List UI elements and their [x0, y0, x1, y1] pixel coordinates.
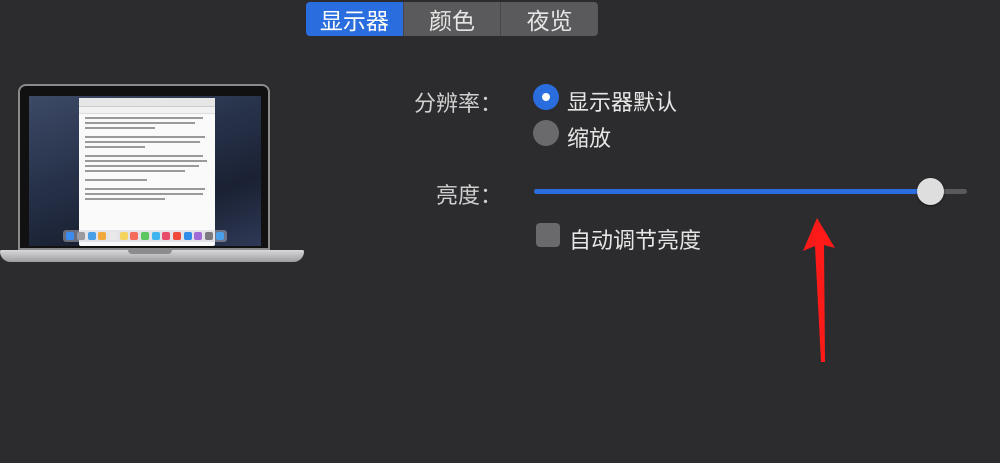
auto-brightness-checkbox[interactable]: [536, 223, 560, 247]
document-window-thumbnail: [79, 98, 215, 246]
tab-display[interactable]: 显示器: [306, 2, 403, 36]
resolution-scaled-radio[interactable]: [533, 120, 559, 146]
laptop-notch: [128, 250, 172, 254]
tab-night-shift[interactable]: 夜览: [500, 2, 598, 36]
resolution-default-radio[interactable]: [533, 84, 559, 110]
dock-thumbnail: [63, 230, 227, 242]
brightness-slider[interactable]: [534, 178, 967, 205]
red-annotation-arrow-icon: [803, 218, 835, 362]
display-tab-bar: 显示器 颜色 夜览: [306, 2, 598, 36]
brightness-slider-thumb[interactable]: [917, 178, 945, 205]
tab-color[interactable]: 颜色: [402, 2, 501, 36]
laptop-screen-bezel: [18, 84, 270, 250]
resolution-label: 分辨率：: [413, 92, 502, 117]
resolution-scaled-label[interactable]: 缩放: [567, 121, 611, 153]
brightness-label: 亮度：: [435, 184, 502, 209]
brightness-slider-fill: [534, 189, 931, 194]
auto-brightness-label[interactable]: 自动调节亮度: [569, 223, 701, 255]
display-preview-illustration: [0, 84, 306, 276]
desktop-wallpaper: [29, 96, 261, 246]
resolution-default-label[interactable]: 显示器默认: [567, 85, 677, 117]
